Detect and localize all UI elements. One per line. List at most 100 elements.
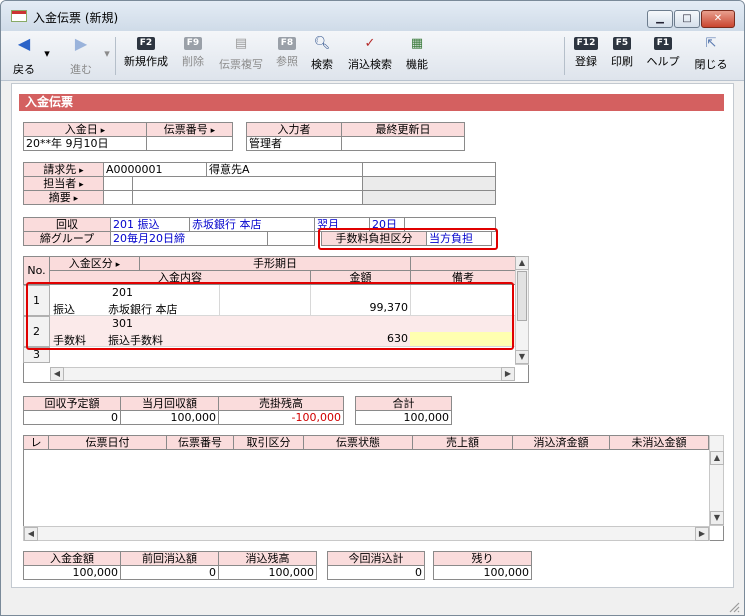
input-by-label: 入力者: [246, 122, 342, 137]
planned-label: 回収予定額: [23, 396, 121, 411]
window-title: 入金伝票 (新規): [33, 11, 119, 25]
scroll-thumb[interactable]: [517, 271, 527, 321]
summary-label[interactable]: 摘要: [23, 190, 104, 205]
forward-dropdown-icon[interactable]: ▾: [101, 47, 113, 60]
door-exit-icon: ⇱: [705, 36, 717, 51]
scroll-left-icon[interactable]: ◀: [50, 367, 64, 381]
summary-code-field[interactable]: [103, 190, 133, 205]
billing-label[interactable]: 請求先: [23, 162, 104, 177]
reference-button[interactable]: F8 参照: [272, 35, 302, 69]
deposit-amount-value: 100,000: [23, 565, 121, 580]
total-label: 合計: [355, 396, 452, 411]
check-pen-icon: ✓: [364, 36, 376, 51]
copy-slip-button[interactable]: ▤ 伝票複写: [213, 35, 269, 72]
toolbar-separator: [564, 37, 565, 75]
planned-value: 0: [23, 410, 121, 425]
fee-highlight-box: [318, 228, 498, 250]
match-col-sales: 売上額: [412, 435, 513, 450]
bank-field[interactable]: 赤坂銀行 本店: [189, 217, 315, 232]
scroll-left-icon[interactable]: ◀: [24, 527, 38, 541]
deposit-date-field[interactable]: 20**年 9月10日: [23, 136, 147, 151]
back-dropdown-icon[interactable]: ▾: [41, 47, 53, 60]
forward-arrow-icon: ▶: [74, 34, 88, 53]
last-updated-field: [341, 136, 465, 151]
collection-label: 回収: [23, 217, 111, 232]
slip-no-label[interactable]: 伝票番号: [146, 122, 233, 137]
resize-grip-icon[interactable]: [728, 601, 740, 613]
summary-extra-field: [362, 190, 496, 205]
delete-button[interactable]: F9 削除: [177, 35, 209, 69]
match-col-cleared: 消込済金額: [512, 435, 610, 450]
slip-no-field[interactable]: [146, 136, 233, 151]
new-button[interactable]: F2 新規作成: [120, 35, 172, 69]
function-button[interactable]: ▦ 機能: [401, 35, 433, 72]
close-group-extra-field: [267, 231, 315, 246]
rest-label: 残り: [433, 551, 532, 566]
help-button[interactable]: F1 ヘルプ: [641, 35, 685, 69]
scroll-up-icon[interactable]: ▲: [515, 256, 529, 270]
balance-value: -100,000: [218, 410, 344, 425]
billing-code-field[interactable]: A0000001: [103, 162, 207, 177]
scroll-right-icon[interactable]: ▶: [695, 527, 709, 541]
close-window-button[interactable]: ✕: [701, 10, 735, 28]
app-icon: [11, 10, 27, 22]
detail-vertical-scrollbar[interactable]: ▲ ▼: [515, 256, 529, 365]
staff-code-field[interactable]: [103, 176, 133, 191]
match-col-date: 伝票日付: [48, 435, 167, 450]
summary-text-field[interactable]: [132, 190, 363, 205]
match-horizontal-scrollbar[interactable]: ◀ ▶: [23, 526, 710, 541]
detail-highlight-box: [26, 282, 514, 350]
input-by-field: 管理者: [246, 136, 342, 151]
minimize-button[interactable]: ▁: [647, 10, 673, 28]
clear-search-button[interactable]: ✓ 消込検索: [341, 35, 399, 72]
back-button[interactable]: ◀ 戻る: [9, 35, 39, 77]
prev-cleared-value: 0: [120, 565, 219, 580]
status-bar: [1, 593, 744, 615]
app-window: 入金伝票 (新規) ▁ □ ✕ ◀ 戻る ▾ ▶ 進む ▾ F2 新規作成 F9…: [0, 0, 745, 616]
detail-col-note-top: [410, 256, 516, 271]
staff-name-field: [132, 176, 363, 191]
deposit-date-label[interactable]: 入金日: [23, 122, 147, 137]
close-button[interactable]: ⇱ 閉じる: [688, 35, 734, 72]
staff-label[interactable]: 担当者: [23, 176, 104, 191]
copy-icon: ▤: [234, 36, 248, 51]
current-collection-value: 100,000: [120, 410, 219, 425]
scroll-right-icon[interactable]: ▶: [501, 367, 515, 381]
form-panel: 入金伝票 入金日 伝票番号 入力者 最終更新日 20**年 9月10日 管理者 …: [11, 83, 734, 588]
forward-button[interactable]: ▶ 進む: [63, 35, 99, 77]
close-group-label: 締グループ: [23, 231, 111, 246]
register-button[interactable]: F12 登録: [569, 35, 603, 69]
match-col-check: レ: [23, 435, 49, 450]
print-button[interactable]: F5 印刷: [605, 35, 639, 69]
detail-col-type[interactable]: 入金区分: [49, 256, 140, 271]
match-col-status: 伝票状態: [303, 435, 413, 450]
scroll-down-icon[interactable]: ▼: [710, 511, 724, 525]
balance-label: 売掛残高: [218, 396, 344, 411]
back-arrow-icon: ◀: [17, 34, 31, 53]
toolbar: ◀ 戻る ▾ ▶ 進む ▾ F2 新規作成 F9 削除 ▤ 伝票複写 F8 参照…: [1, 31, 744, 81]
deposit-amount-label: 入金金額: [23, 551, 121, 566]
collection-method-field[interactable]: 201 振込: [110, 217, 190, 232]
scroll-down-icon[interactable]: ▼: [515, 350, 529, 364]
remaining-label: 消込残高: [218, 551, 317, 566]
match-col-uncleared: 未消込金額: [609, 435, 709, 450]
detail-horizontal-scrollbar[interactable]: ◀ ▶: [50, 367, 515, 381]
prev-cleared-label: 前回消込額: [120, 551, 219, 566]
search-icon: 🔍︎: [313, 36, 331, 51]
current-cleared-label: 今回消込計: [327, 551, 425, 566]
search-button[interactable]: 🔍︎ 検索: [306, 35, 338, 72]
close-group-field[interactable]: 20毎月20日締: [110, 231, 268, 246]
toolbar-separator: [115, 37, 116, 75]
total-value: 100,000: [355, 410, 452, 425]
match-vertical-scrollbar[interactable]: ▲ ▼: [709, 435, 724, 526]
maximize-button[interactable]: □: [674, 10, 700, 28]
section-title: 入金伝票: [19, 94, 724, 111]
detail-col-no: No.: [23, 256, 50, 285]
billing-name-field: 得意先A: [206, 162, 363, 177]
current-collection-label: 当月回収額: [120, 396, 219, 411]
staff-extra-field: [362, 176, 496, 191]
match-col-no: 伝票番号: [166, 435, 234, 450]
scroll-up-icon[interactable]: ▲: [710, 451, 724, 465]
current-cleared-value: 0: [327, 565, 425, 580]
last-updated-label: 最終更新日: [341, 122, 465, 137]
